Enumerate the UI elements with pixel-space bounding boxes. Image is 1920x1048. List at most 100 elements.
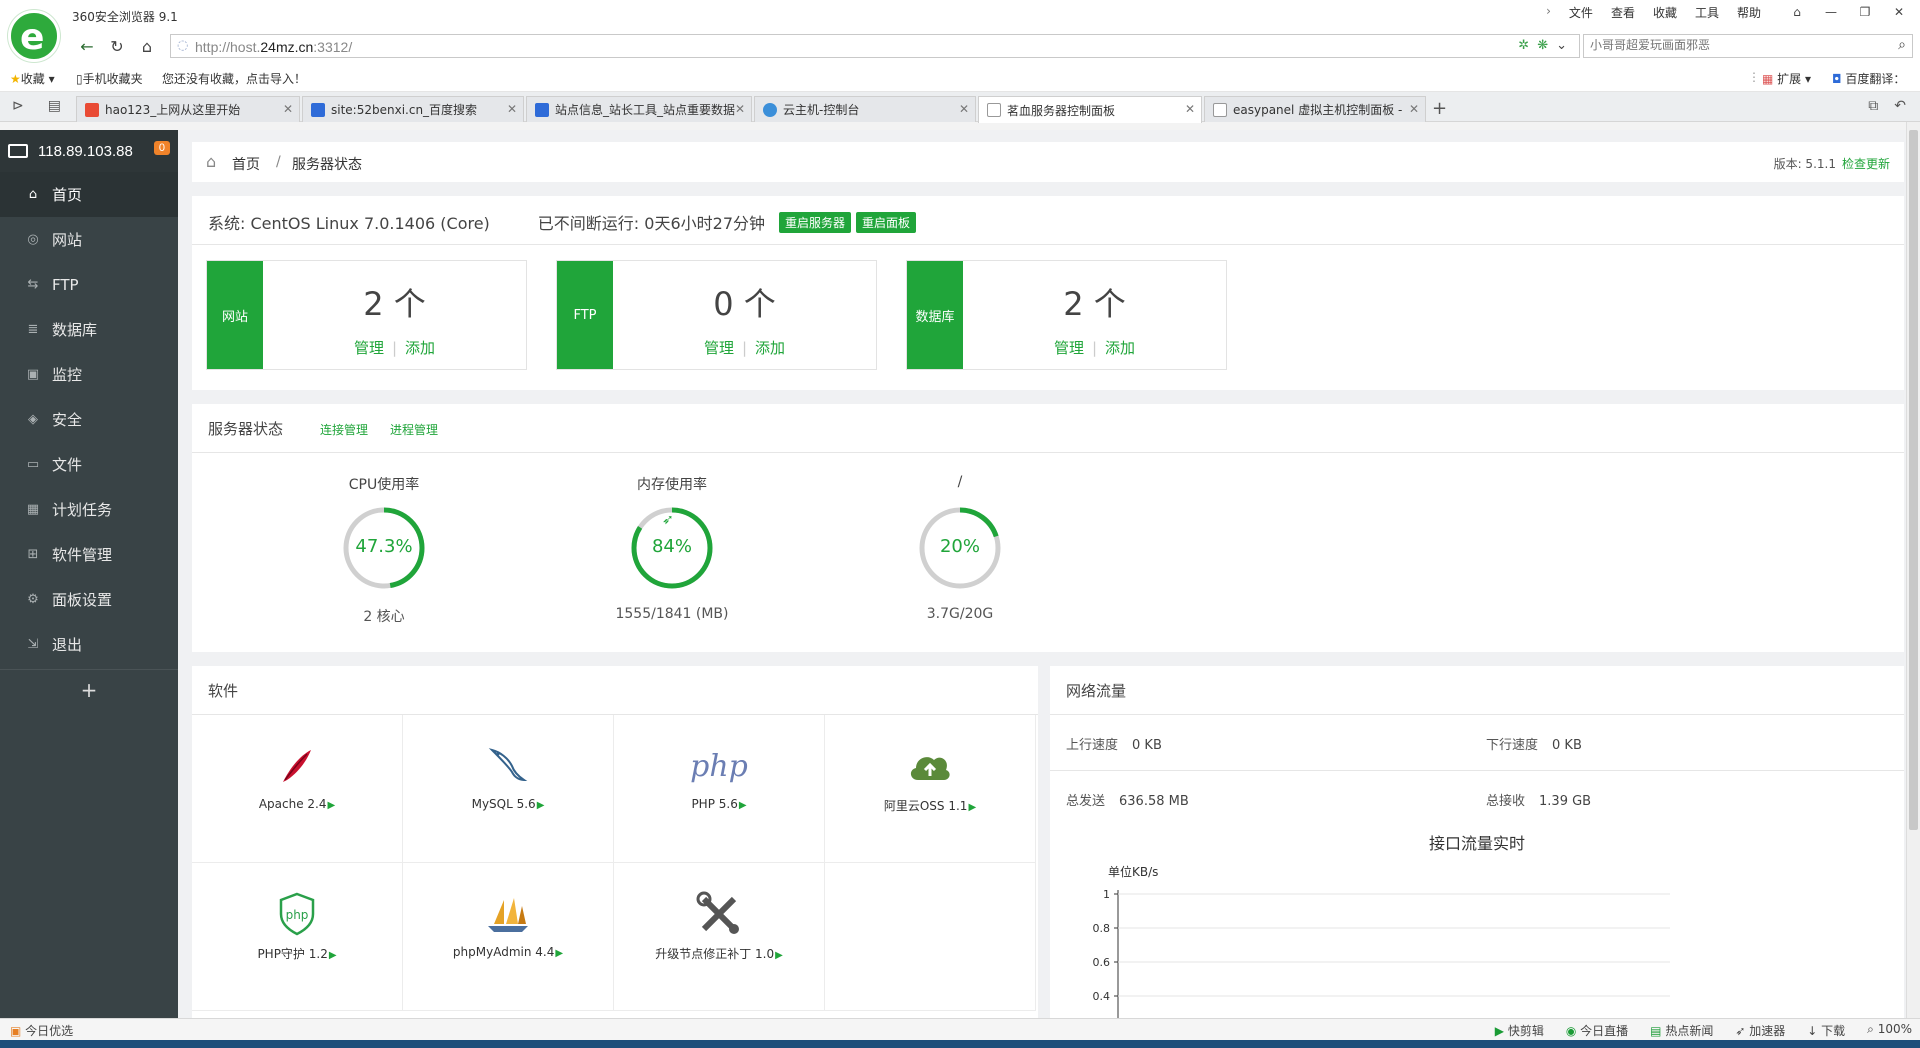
sidebar-item-logout[interactable]: ⇲ 退出 [0,622,178,667]
zoom-level[interactable]: ⌕ 100% [1867,1022,1912,1039]
mobile-favorites[interactable]: ▯手机收藏夹 [76,70,143,87]
sidebar-item-settings[interactable]: ⚙ 面板设置 [0,577,178,622]
more-icon[interactable]: ⋮ [1748,70,1760,84]
add-shortcut-button[interactable]: + [0,669,178,709]
manage-link[interactable]: 管理 [1054,339,1084,357]
hot-news[interactable]: ▤ 热点新闻 [1650,1022,1713,1039]
tab-hao123[interactable]: hao123_上网从这里开始 ✕ [76,96,300,122]
add-link[interactable]: 添加 [755,339,785,357]
software-oss[interactable]: 阿里云OSS 1.1▶ [825,715,1036,863]
search-input[interactable] [1590,38,1880,52]
manage-link[interactable]: 管理 [704,339,734,357]
today-picks[interactable]: ▣ 今日优选 [10,1022,73,1039]
notification-badge[interactable]: 0 [153,141,170,155]
software-patch[interactable]: 升级节点修正补丁 1.0▶ [614,863,825,1011]
new-tab-button[interactable]: + [1432,98,1447,119]
software-mysql[interactable]: MySQL 5.6▶ [403,715,614,863]
refresh-icon[interactable]: ↻ [106,35,128,57]
close-icon[interactable]: ✕ [735,102,745,116]
close-button[interactable]: ✕ [1884,2,1914,22]
process-manage-link[interactable]: 进程管理 [390,421,438,438]
menu-file[interactable]: 文件 [1560,4,1602,21]
menu-view[interactable]: 查看 [1602,4,1644,21]
sidebar-item-monitor[interactable]: ▣ 监控 [0,352,178,397]
search-box[interactable]: ⌕ [1583,34,1913,58]
breadcrumb-home[interactable]: 首页 [232,154,260,174]
gauge-sub: 3.7G/20G [926,606,994,622]
cpu-gauge[interactable]: CPU使用率 47.3% 2 核心 [274,474,494,626]
home-icon[interactable]: ⌂ [136,35,158,57]
software-phpmyadmin[interactable]: phpMyAdmin 4.4▶ [403,863,614,1011]
add-link[interactable]: 添加 [1105,339,1135,357]
panel-sidebar: 118.89.103.88 0 ⌂ 首页 ◎ 网站 ⇆ FTP ≣ 数据库 ▣ 监控 ◈ 安… [0,130,178,1018]
chevron-right-icon[interactable]: › [1537,4,1560,21]
e-logo-icon[interactable]: e [8,10,60,62]
tab-easypanel[interactable]: easypanel 虚拟主机控制面板 - ✕ [1204,96,1426,122]
extensions-button[interactable]: ▦ 扩展 ▾ [1762,70,1811,87]
sidebar-item-security[interactable]: ◈ 安全 [0,397,178,442]
menu-help[interactable]: 帮助 [1728,4,1770,21]
close-icon[interactable]: ✕ [507,102,517,116]
tab-server-panel[interactable]: 茗血服务器控制面板 ✕ [978,96,1202,123]
back-arrow-icon[interactable]: ← [76,35,98,57]
sidebar-toggle-icon[interactable]: ⊳ [12,98,24,114]
minimize-button[interactable]: — [1816,2,1846,22]
page-scrollbar[interactable] [1906,122,1920,1018]
sidebar-item-cron[interactable]: ▦ 计划任务 [0,487,178,532]
compat-icon[interactable]: ❋ [1537,38,1548,53]
database-count-box: 数据库 2 个 管理 | 添加 [906,260,1227,370]
software-title: 软件 [208,682,239,700]
restart-server-button[interactable]: 重启服务器 [779,211,852,233]
rocket-icon[interactable]: ➶ [662,512,674,528]
favorites-button[interactable]: ★收藏 ▾ [10,70,55,87]
software-apache[interactable]: Apache 2.4▶ [192,715,403,863]
sidebar-item-software[interactable]: ⊞ 软件管理 [0,532,178,577]
add-link[interactable]: 添加 [405,339,435,357]
skin-icon[interactable]: ⌂ [1782,2,1812,22]
manage-link[interactable]: 管理 [354,339,384,357]
scroll-thumb[interactable] [1909,130,1918,830]
tab-cloud-console[interactable]: 云主机-控制台 ✕ [754,96,976,122]
search-icon[interactable]: ⌕ [1898,37,1906,53]
address-bar[interactable]: ◌ http://host.24mz.cn:3312/ ✲ ❋ ⌄ [170,34,1580,58]
sidebar-item-website[interactable]: ◎ 网站 [0,217,178,262]
sidebar-item-home[interactable]: ⌂ 首页 [0,172,178,217]
connection-manage-link[interactable]: 连接管理 [320,421,368,438]
software-php[interactable]: php PHP 5.6▶ [614,715,825,863]
quick-clip[interactable]: ▶ 快剪辑 [1495,1022,1544,1039]
restart-panel-button[interactable]: 重启面板 [856,211,917,233]
network-title: 网络流量 [1066,682,1127,700]
document-icon[interactable]: ▤ [48,98,61,114]
gear-icon: ⚙ [27,592,39,607]
memory-gauge[interactable]: 内存使用率 ➶ 84% 1555/1841 (MB) [562,474,782,622]
close-icon[interactable]: ✕ [1185,102,1195,116]
tab-baidu-search[interactable]: site:52benxi.cn_百度搜索 ✕ [302,96,524,122]
chevron-down-icon[interactable]: ⌄ [1556,38,1567,53]
window-switch-icon[interactable]: ⧉ [1868,98,1878,114]
uptime-info: 已不间断运行: 0天6小时27分钟 [537,214,765,233]
maximize-button[interactable]: ❐ [1850,2,1880,22]
sidebar-item-files[interactable]: ▭ 文件 [0,442,178,487]
undo-close-icon[interactable]: ↶ [1894,98,1906,114]
live-stream[interactable]: ◉ 今日直播 [1566,1022,1628,1039]
sidebar-item-ftp[interactable]: ⇆ FTP [0,262,178,307]
check-update-link[interactable]: 检查更新 [1842,157,1890,171]
close-icon[interactable]: ✕ [1409,102,1419,116]
translate-button[interactable]: ◘ 百度翻译： [1832,70,1905,87]
tab-site-tools[interactable]: 站点信息_站长工具_站点重要数据 ✕ [526,96,752,122]
speed-icon[interactable]: ✲ [1518,38,1529,53]
downloads[interactable]: ↓ 下载 [1807,1022,1845,1039]
baidu-icon [535,102,549,117]
version-info: 版本: 5.1.1 检查更新 [1773,157,1890,171]
menu-tools[interactable]: 工具 [1686,4,1728,21]
close-icon[interactable]: ✕ [283,102,293,116]
accelerator[interactable]: ➶ 加速器 [1735,1022,1785,1039]
close-icon[interactable]: ✕ [959,102,969,116]
favorites-hint[interactable]: 您还没有收藏，点击导入！ [162,70,306,87]
home-icon[interactable]: ⌂ [206,152,216,171]
sidebar-item-database[interactable]: ≣ 数据库 [0,307,178,352]
disk-gauge[interactable]: / 20% 3.7G/20G [850,474,1070,622]
menu-favorites[interactable]: 收藏 [1644,4,1686,21]
software-php-guard[interactable]: php PHP守护 1.2▶ [192,863,403,1011]
software-card: 软件 Apache 2.4▶ MySQL 5.6▶ php PHP 5.6▶ 阿… [192,666,1038,1018]
